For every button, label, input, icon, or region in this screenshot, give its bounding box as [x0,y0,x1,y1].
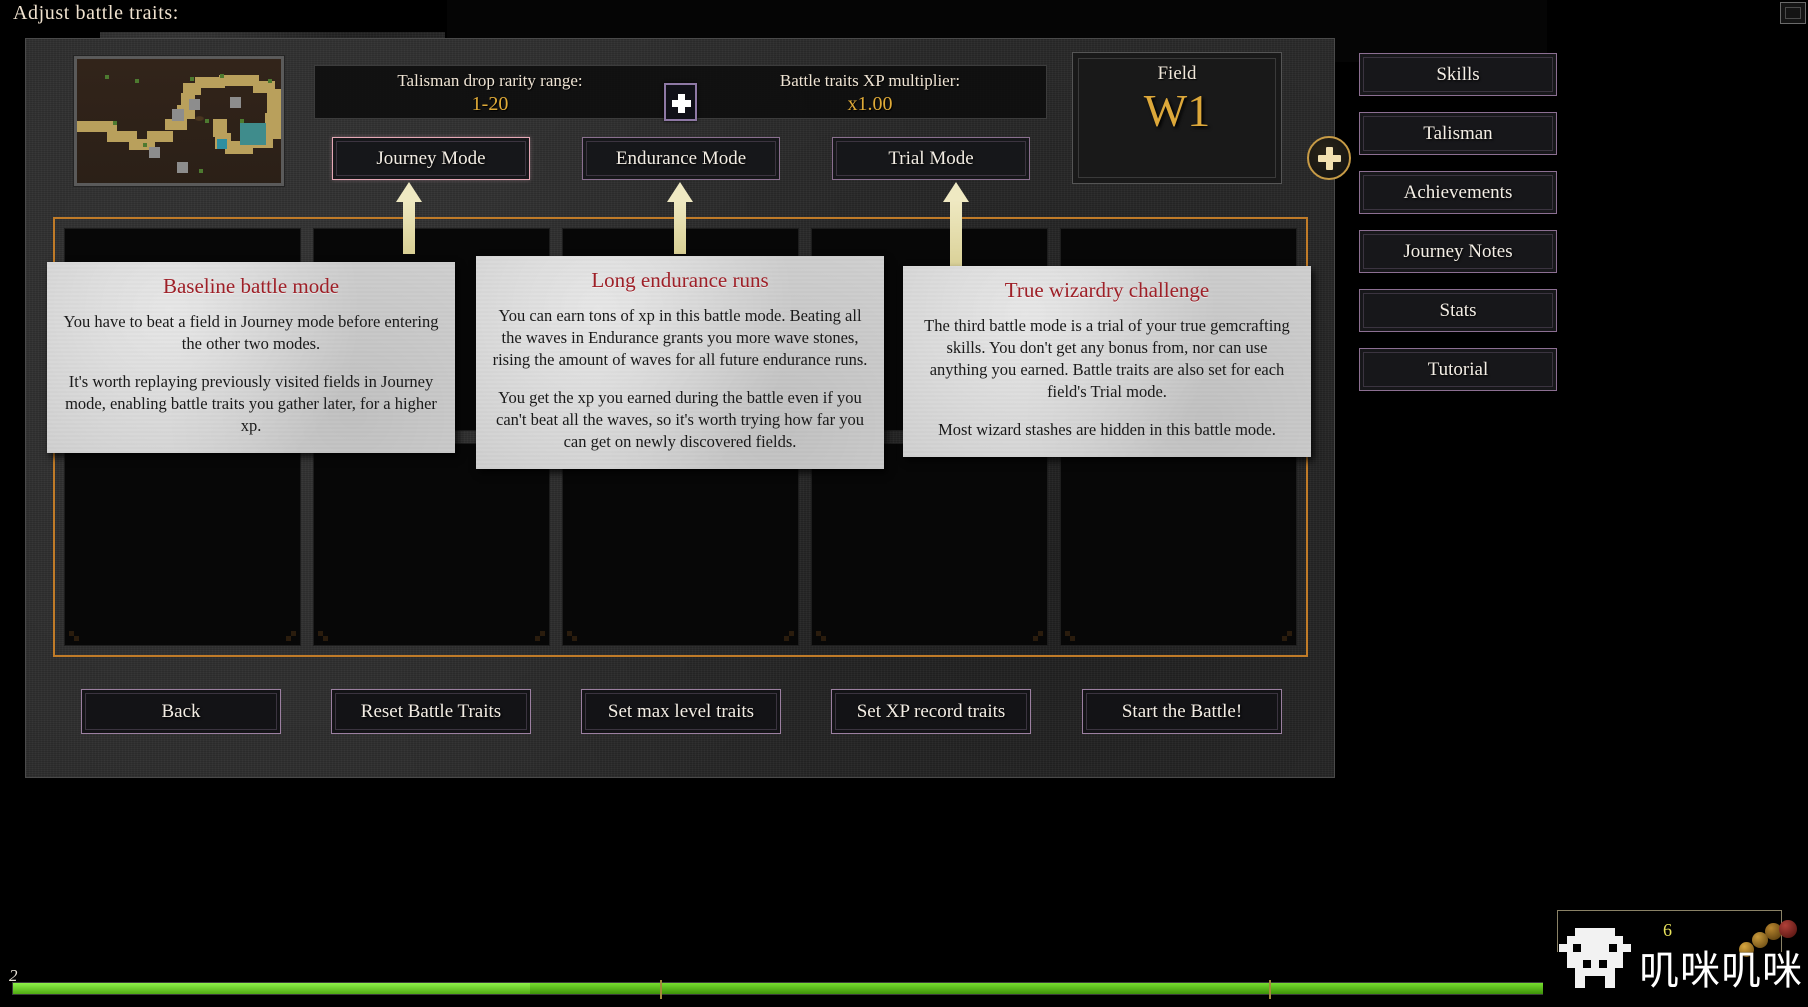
minimap[interactable] [73,55,285,187]
arrow-up-icon-endurance [667,182,693,254]
tooltip-paragraph: It's worth replaying previously visited … [65,372,437,435]
button-label: Start the Battle! [1121,700,1243,722]
start-battle-button[interactable]: Start the Battle! [1082,689,1282,734]
page-title: Adjust battle traits: [13,2,179,24]
arrow-up-icon-trial [943,182,969,272]
mode-button-journey[interactable]: Journey Mode [332,137,530,180]
game-logo: 6 叽咪叽咪 [1543,900,1808,1007]
set-max-level-traits-button[interactable]: Set max level traits [581,689,781,734]
space-invader-icon [1557,928,1633,990]
xp-multiplier-label: Battle traits XP multiplier: [779,71,961,90]
trait-slot[interactable] [64,443,301,646]
talisman-rarity-info: Talisman drop rarity range: 1-20 [325,71,655,116]
button-label: Reset Battle Traits [360,700,502,722]
sidebar-item-label: Tutorial [1427,358,1489,380]
talisman-rarity-value: 1-20 [471,93,509,115]
sidebar-item-label: Skills [1436,63,1480,85]
plus-icon[interactable] [664,83,697,121]
sidebar-item-tutorial[interactable]: Tutorial [1359,348,1557,391]
back-button[interactable]: Back [81,689,281,734]
tooltip-paragraph: You have to beat a field in Journey mode… [63,312,439,353]
mode-label: Trial Mode [888,147,974,169]
tooltip-title: Baseline battle mode [162,274,340,298]
mode-button-endurance[interactable]: Endurance Mode [582,137,780,180]
xp-multiplier-value: x1.00 [847,93,893,115]
field-label: Field [1157,63,1197,84]
sidebar-item-stats[interactable]: Stats [1359,289,1557,332]
sidebar-item-label: Stats [1439,299,1477,321]
sidebar-item-skills[interactable]: Skills [1359,53,1557,96]
tooltip-trial-mode: True wizardry challenge The third battle… [903,266,1311,457]
button-label: Set max level traits [607,700,755,722]
sidebar-item-journey-notes[interactable]: Journey Notes [1359,230,1557,273]
window-corner-icon[interactable] [1780,2,1806,24]
tooltip-paragraph: You get the xp you earned during the bat… [496,388,864,451]
right-sidebar: Skills Talisman Achievements Journey Not… [1359,53,1557,407]
field-value: W1 [1143,85,1211,136]
arrow-up-icon-journey [396,182,422,254]
tooltip-title: True wizardry challenge [1004,278,1210,302]
sidebar-item-label: Talisman [1423,122,1493,144]
sidebar-item-achievements[interactable]: Achievements [1359,171,1557,214]
game-screen: Adjust battle traits: Talisman drop rari… [0,0,1808,1007]
mode-label: Journey Mode [376,147,486,169]
field-indicator: Field W1 [1072,52,1282,184]
tooltip-journey-mode: Baseline battle mode You have to beat a … [47,262,455,453]
set-xp-record-traits-button[interactable]: Set XP record traits [831,689,1031,734]
trait-slot[interactable] [562,443,799,646]
tooltip-paragraph: You can earn tons of xp in this battle m… [492,306,868,369]
sidebar-item-talisman[interactable]: Talisman [1359,112,1557,155]
tooltip-title: Long endurance runs [591,268,769,292]
tooltip-paragraph: Most wizard stashes are hidden in this b… [938,420,1276,439]
tooltip-paragraph: The third battle mode is a trial of your… [924,316,1290,401]
button-label: Set XP record traits [856,700,1006,722]
logo-text: 叽咪叽咪 [1639,948,1803,994]
plus-circle-icon[interactable] [1307,136,1351,180]
mode-button-trial[interactable]: Trial Mode [832,137,1030,180]
sidebar-item-label: Journey Notes [1403,240,1513,262]
button-label: Back [161,700,201,722]
sidebar-item-label: Achievements [1403,181,1513,203]
reset-battle-traits-button[interactable]: Reset Battle Traits [331,689,531,734]
trait-slot[interactable] [811,443,1048,646]
talisman-rarity-label: Talisman drop rarity range: [397,71,583,90]
trait-slot[interactable] [1060,443,1297,646]
xp-progress-bar[interactable] [12,980,1796,999]
trait-slot[interactable] [313,443,550,646]
tooltip-endurance-mode: Long endurance runs You can earn tons of… [476,256,884,469]
mode-label: Endurance Mode [615,147,747,169]
xp-multiplier-info: Battle traits XP multiplier: x1.00 [705,71,1035,116]
